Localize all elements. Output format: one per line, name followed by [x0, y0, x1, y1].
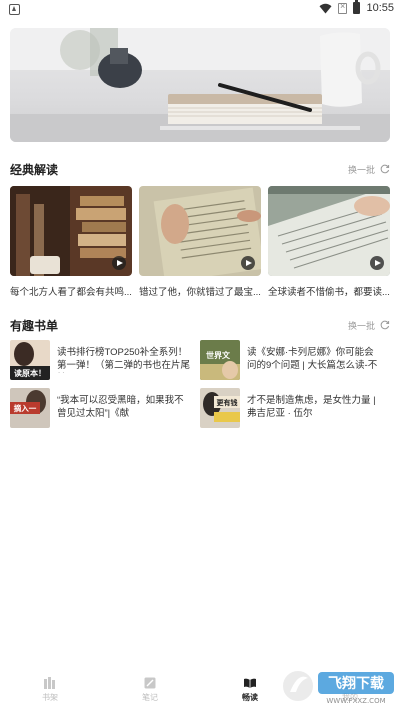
refresh-label: 换一批 [347, 320, 375, 331]
classic-section-title: 经典解读 [10, 162, 59, 177]
video-card[interactable]: 每个北方人看了都会有共鸣... [10, 186, 132, 298]
booklist-cover: 世界文 [200, 340, 240, 380]
watermark-text: 飞翔下载 [328, 675, 384, 692]
hero-banner[interactable] [10, 28, 390, 142]
booklist-title: 才不是制造焦虑，是女性力量 |弗吉尼亚 · 伍尔 [247, 395, 376, 419]
video-thumbnail [139, 186, 261, 276]
video-caption: 错过了他，你就错过了最宝... [139, 287, 261, 298]
booklist-cover: 摘入一 [10, 388, 50, 428]
nav-label: 笔记 [142, 693, 158, 702]
cover-text: 读原本！ [14, 368, 46, 378]
watermark-logo: 飞翔下载 WWW.FXXZ.COM [280, 666, 396, 706]
booklist-cover: 读原本！ [10, 340, 50, 380]
video-caption: 全球读者不惜偷书，都要读... [268, 287, 390, 298]
nav-label: 畅读 [242, 693, 258, 702]
video-card[interactable]: 全球读者不惜偷书，都要读... [268, 186, 390, 298]
booklist-section-header: 有趣书单 换一批 [10, 316, 390, 334]
booklist-cover: 更有钱 [200, 388, 240, 428]
classic-video-list: 每个北方人看了都会有共鸣... 错过了他，你就错过了最宝... 全球读者不惜偷书… [10, 186, 390, 298]
video-thumbnail [10, 186, 132, 276]
nav-item-notes[interactable]: 笔记 [100, 676, 200, 711]
bookshelf-icon [44, 677, 55, 689]
booklist-title: 读书排行榜TOP250补全系列！第一弹！（第二弹的书也在片尾抽... [57, 347, 191, 371]
notes-icon [144, 677, 156, 689]
cover-text: 摘入一 [14, 403, 37, 413]
refresh-icon [380, 164, 390, 174]
booklist-item[interactable]: 更有钱 才不是制造焦虑，是女性力量 |弗吉尼亚 · 伍尔 [200, 388, 390, 428]
refresh-icon [380, 320, 390, 330]
booklist-item[interactable]: 摘入一 “我本可以忍受黑暗，如果我不曾见过太阳”|《献 [10, 388, 200, 428]
nav-item-bookshelf[interactable]: 书架 [0, 676, 100, 711]
booklist-item[interactable]: 世界文 读《安娜·卡列尼娜》你可能会问的9个问题 | 大长篇怎么读-不同... [200, 340, 390, 380]
classic-refresh-button[interactable]: 换一批 [348, 163, 390, 176]
video-thumbnail [268, 186, 390, 276]
status-bar: 10:55 [0, 0, 400, 20]
open-book-icon [244, 678, 256, 688]
battery-icon [353, 0, 361, 14]
play-icon [370, 256, 384, 270]
play-icon [241, 256, 255, 270]
app-notification-icon [9, 4, 20, 15]
classic-section-header: 经典解读 换一批 [10, 160, 390, 178]
play-icon [112, 256, 126, 270]
booklist-list: 读原本！ 读书排行榜TOP250补全系列！第一弹！（第二弹的书也在片尾抽... … [10, 340, 390, 428]
booklist-refresh-button[interactable]: 换一批 [348, 319, 390, 332]
booklist-item[interactable]: 读原本！ 读书排行榜TOP250补全系列！第一弹！（第二弹的书也在片尾抽... [10, 340, 200, 380]
booklist-title: “我本可以忍受黑暗，如果我不曾见过太阳”|《献 [57, 395, 184, 419]
wifi-icon [319, 3, 332, 14]
cover-text: 世界文 [206, 350, 231, 360]
status-indicators: 10:55 [319, 0, 394, 14]
booklist-title: 读《安娜·卡列尼娜》你可能会问的9个问题 | 大长篇怎么读-不同... [247, 347, 378, 371]
watermark-url: WWW.FXXZ.COM [326, 697, 385, 705]
refresh-label: 换一批 [347, 164, 375, 175]
booklist-section-title: 有趣书单 [10, 318, 59, 333]
status-time: 10:55 [366, 2, 394, 14]
no-sim-icon [338, 1, 348, 14]
banner-image [10, 28, 390, 142]
video-caption: 每个北方人看了都会有共鸣... [10, 287, 132, 298]
cover-text: 更有钱 [217, 398, 238, 407]
video-card[interactable]: 错过了他，你就错过了最宝... [139, 186, 261, 298]
nav-label: 书架 [42, 693, 58, 702]
